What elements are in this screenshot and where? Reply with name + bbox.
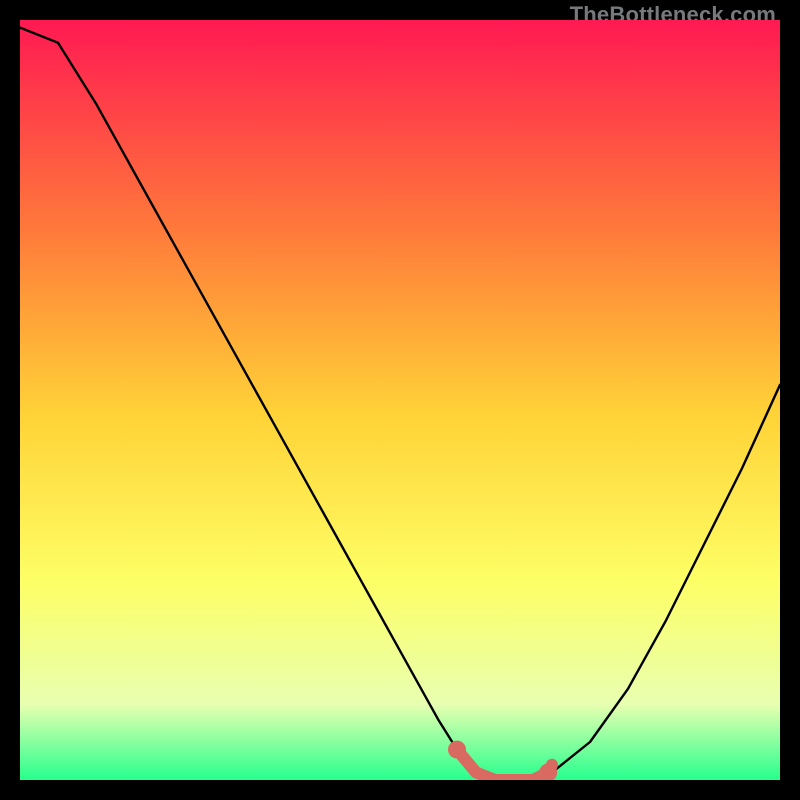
chart-frame — [20, 20, 780, 780]
chart-background — [20, 20, 780, 780]
bottleneck-chart — [20, 20, 780, 780]
optimal-point-dot — [448, 741, 466, 759]
